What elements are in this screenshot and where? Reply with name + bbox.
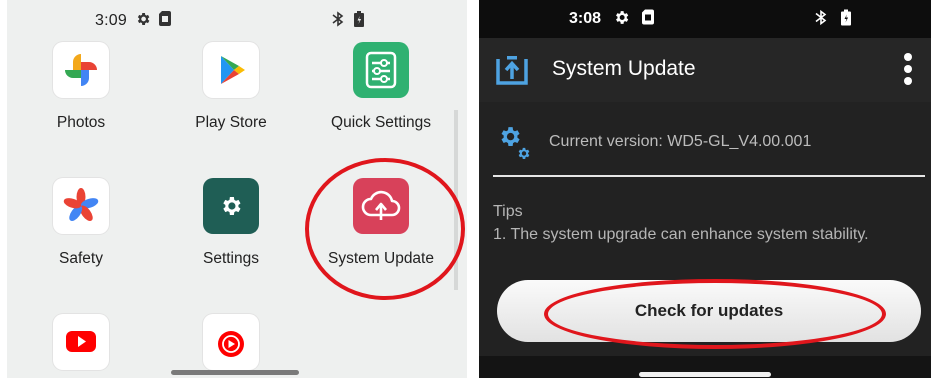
status-time: 3:09: [95, 12, 127, 29]
current-version: Current version: WD5-GL_V4.00.001: [549, 133, 812, 150]
app-youtube-music[interactable]: [161, 314, 301, 370]
app-label: Safety: [59, 250, 103, 267]
highlight-ellipse-check-updates: [544, 279, 886, 349]
youtube-icon: [53, 314, 109, 370]
photos-icon: [53, 42, 109, 98]
sim-card-icon: [642, 9, 654, 30]
bluetooth-icon: [332, 10, 344, 32]
play-store-icon: [203, 42, 259, 98]
battery-icon: [354, 10, 364, 32]
app-play-store[interactable]: Play Store: [161, 42, 301, 132]
status-time: 3:08: [569, 10, 602, 27]
gear-icon: [613, 9, 630, 31]
settings-gear-icon: [203, 178, 259, 234]
more-options-icon[interactable]: [903, 52, 913, 91]
app-bar: System Update: [479, 38, 931, 102]
app-photos[interactable]: Photos: [11, 42, 151, 132]
app-label: Quick Settings: [331, 114, 431, 131]
bluetooth-icon: [815, 9, 827, 31]
app-safety[interactable]: Safety: [11, 178, 151, 268]
app-label: Play Store: [195, 114, 267, 131]
status-bar-right: [332, 9, 364, 33]
gesture-nav-bar[interactable]: [171, 370, 299, 375]
app-quick-settings[interactable]: Quick Settings: [311, 42, 451, 132]
quick-settings-icon: [353, 42, 409, 98]
safety-icon: [53, 178, 109, 234]
system-update-icon: [495, 52, 529, 91]
gears-icon: [497, 124, 533, 169]
gesture-nav-bar[interactable]: [639, 372, 771, 377]
highlight-circle-system-update: [305, 158, 465, 300]
battery-icon: [841, 9, 851, 31]
page-title: System Update: [552, 57, 696, 80]
youtube-music-icon: [203, 314, 259, 370]
divider: [493, 175, 925, 177]
app-label: Photos: [56, 114, 106, 131]
status-bar: 3:08: [479, 0, 931, 38]
app-settings[interactable]: Settings: [161, 178, 301, 268]
tip-item: 1. The system upgrade can enhance system…: [493, 226, 869, 243]
status-bar-left: 3:09: [95, 9, 171, 33]
app-youtube[interactable]: [11, 314, 151, 370]
sim-card-icon: [158, 11, 171, 31]
app-label: Settings: [202, 250, 259, 267]
tips-heading: Tips: [493, 203, 523, 220]
system-update-screen: 3:08 System Update Current version: WD5-…: [479, 0, 931, 378]
gear-icon: [135, 11, 151, 32]
